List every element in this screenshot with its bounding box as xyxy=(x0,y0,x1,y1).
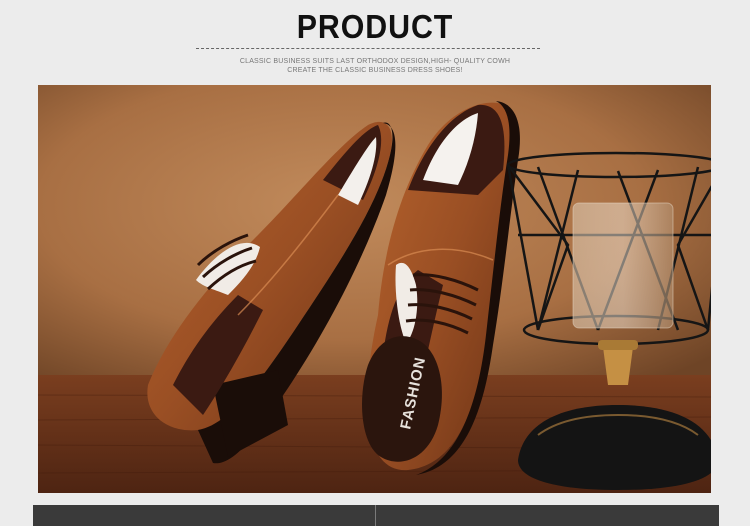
header: PRODUCT CLASSIC BUSINESS SUITS LAST ORTH… xyxy=(0,0,750,84)
product-photo: FASHION xyxy=(38,85,711,493)
page-title: PRODUCT xyxy=(296,8,454,45)
bottom-bar xyxy=(33,505,719,526)
glass-cup xyxy=(572,202,674,329)
holder-stem xyxy=(603,347,633,385)
title-divider xyxy=(196,48,540,49)
subtitle-line-2: CREATE THE CLASSIC BUSINESS DRESS SHOES! xyxy=(287,67,463,74)
bottom-bar-divider xyxy=(375,505,376,526)
subtitle-line-1: CLASSIC BUSINESS SUITS LAST ORTHODOX DES… xyxy=(239,58,511,65)
product-photo-illustration: FASHION xyxy=(38,85,711,493)
